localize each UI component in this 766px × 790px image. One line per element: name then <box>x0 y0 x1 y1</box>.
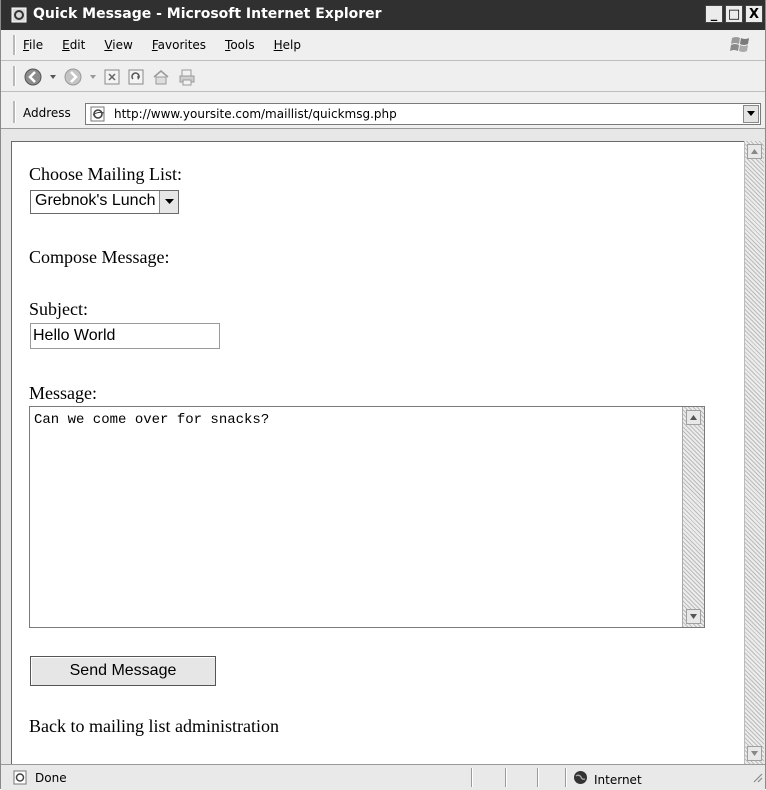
menu-grip <box>13 35 16 55</box>
page-scroll-down-icon[interactable] <box>747 746 762 761</box>
message-textarea[interactable]: Can we come over for snacks? <box>29 406 705 628</box>
menu-view[interactable]: View <box>104 38 132 52</box>
message-label: Message: <box>29 383 97 403</box>
subject-label: Subject: <box>29 299 88 319</box>
address-input[interactable]: http://www.yoursite.com/maillist/quickms… <box>85 103 761 125</box>
menu-bar: File Edit View Favorites Tools Help <box>1 30 765 61</box>
menu-help[interactable]: Help <box>274 38 301 52</box>
address-dropdown-button[interactable] <box>743 105 759 123</box>
status-bar: Done Internet <box>1 764 765 790</box>
address-bar: Address http://www.yoursite.com/maillist… <box>1 92 765 129</box>
address-url: http://www.yoursite.com/maillist/quickms… <box>114 107 397 121</box>
status-page-icon <box>13 770 29 790</box>
stop-icon[interactable] <box>103 68 121 86</box>
message-text: Can we come over for snacks? <box>34 412 270 428</box>
mailing-list-selected: Grebnok's Lunch <box>35 192 156 209</box>
zone-label: Internet <box>594 773 642 787</box>
status-divider <box>471 768 473 787</box>
standard-toolbar <box>1 61 765 92</box>
mailing-list-label: Choose Mailing List: <box>29 164 182 184</box>
status-divider <box>537 768 539 787</box>
status-text: Done <box>35 771 67 785</box>
mailing-list-select[interactable]: Grebnok's Lunch <box>30 190 180 214</box>
scroll-down-icon[interactable] <box>686 609 701 624</box>
menu-file[interactable]: File <box>23 38 43 52</box>
minimize-button[interactable]: _ <box>705 5 723 23</box>
forward-icon[interactable] <box>63 67 83 87</box>
message-scrollbar[interactable] <box>682 407 704 627</box>
chevron-down-icon[interactable] <box>159 191 179 213</box>
globe-icon <box>573 770 588 790</box>
home-icon[interactable] <box>151 68 171 86</box>
subject-input[interactable]: Hello World <box>30 323 220 349</box>
window-controls: _ □ X <box>705 5 763 23</box>
windows-logo-icon <box>729 34 753 56</box>
page-scroll-up-icon[interactable] <box>747 144 762 159</box>
send-message-button[interactable]: Send Message <box>30 656 216 686</box>
address-label: Address <box>23 106 71 120</box>
status-divider <box>565 768 567 787</box>
scroll-up-icon[interactable] <box>686 410 701 425</box>
compose-heading: Compose Message: <box>29 247 170 267</box>
window-title: Quick Message - Microsoft Internet Explo… <box>33 6 382 22</box>
title-bar: Quick Message - Microsoft Internet Explo… <box>1 0 765 30</box>
address-grip <box>13 101 16 123</box>
browser-window: Quick Message - Microsoft Internet Explo… <box>0 0 766 790</box>
back-to-admin-link[interactable]: Back to mailing list administration <box>29 716 279 737</box>
print-icon[interactable] <box>177 68 197 86</box>
toolbar-grip <box>13 66 16 86</box>
menu-tools[interactable]: Tools <box>225 38 255 52</box>
refresh-icon[interactable] <box>127 68 145 86</box>
close-button[interactable]: X <box>745 5 763 23</box>
page-scrollbar[interactable] <box>744 141 764 764</box>
page-icon <box>89 106 107 127</box>
menu-edit[interactable]: Edit <box>62 38 85 52</box>
back-icon[interactable] <box>23 67 43 87</box>
forward-dropdown-icon[interactable] <box>89 73 97 81</box>
security-zone[interactable]: Internet <box>573 770 642 790</box>
maximize-button[interactable]: □ <box>725 5 743 23</box>
menu-favorites[interactable]: Favorites <box>152 38 206 52</box>
page-content: Choose Mailing List: Grebnok's Lunch Com… <box>11 141 744 764</box>
status-divider <box>505 768 507 787</box>
ie-page-icon <box>11 7 27 23</box>
resize-grip-icon[interactable] <box>751 770 763 788</box>
back-dropdown-icon[interactable] <box>49 73 57 81</box>
